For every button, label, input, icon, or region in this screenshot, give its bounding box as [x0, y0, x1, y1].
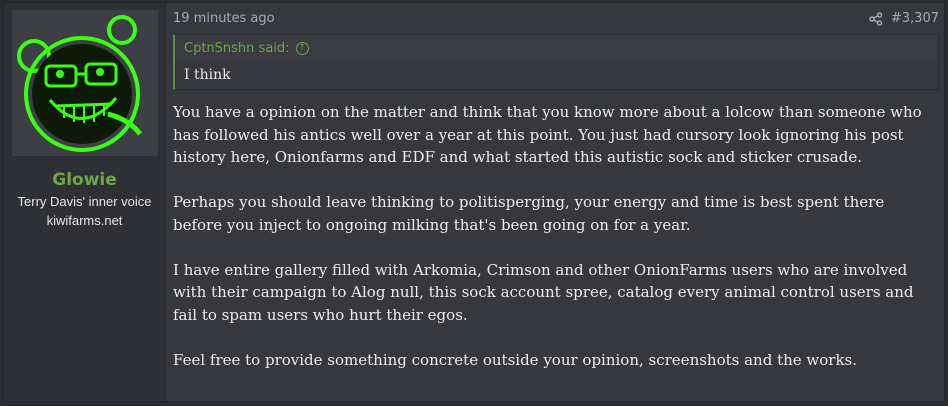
quote-attribution[interactable]: CptnSnshn said: — [184, 41, 290, 56]
post-timestamp[interactable]: 19 minutes ago — [173, 11, 275, 26]
quote-header: CptnSnshn said: ↑ — [175, 35, 938, 61]
post-paragraph: Perhaps you should leave thinking to pol… — [173, 193, 885, 234]
post-paragraph: Feel free to provide something concrete … — [173, 350, 858, 369]
user-sidebar: Glowie Terry Davis' inner voice kiwifarm… — [4, 3, 166, 401]
quote-text: I think — [175, 61, 938, 89]
post-header: 19 minutes ago #3,307 — [173, 3, 944, 34]
username[interactable]: Glowie — [4, 170, 165, 190]
post: Glowie Terry Davis' inner voice kiwifarm… — [3, 2, 945, 402]
user-site: kiwifarms.net — [46, 213, 123, 228]
post-number[interactable]: #3,307 — [891, 11, 939, 26]
share-icon[interactable] — [869, 11, 883, 26]
post-main: 19 minutes ago #3,307 CptnSnshn said: ↑ … — [166, 3, 944, 401]
quote-block: CptnSnshn said: ↑ I think — [173, 34, 939, 90]
user-title: Terry Davis' inner voice — [17, 194, 152, 209]
avatar[interactable] — [11, 10, 158, 156]
post-paragraph: I have entire gallery filled with Arkomi… — [173, 260, 914, 324]
avatar-image — [11, 10, 158, 156]
post-actions: #3,307 — [869, 11, 939, 26]
post-body: You have a opinion on the matter and thi… — [173, 101, 944, 371]
post-paragraph: You have a opinion on the matter and thi… — [173, 103, 922, 166]
jump-to-quote-icon[interactable]: ↑ — [295, 41, 309, 55]
